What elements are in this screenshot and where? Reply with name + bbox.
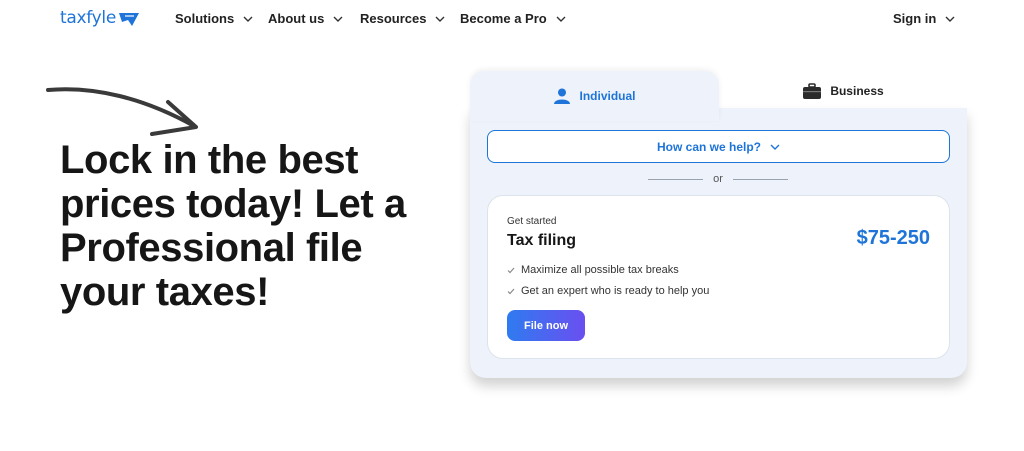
how-can-we-help-dropdown[interactable]: How can we help? — [487, 130, 950, 163]
sign-in-menu[interactable]: Sign in — [893, 11, 955, 26]
nav-about-us[interactable]: About us — [268, 11, 343, 26]
how-can-we-help-label: How can we help? — [656, 139, 761, 154]
or-text: or — [713, 173, 723, 185]
divider-line — [732, 178, 788, 180]
nav-about-us-label: About us — [268, 11, 325, 26]
tax-filing-offer-card: Get started Tax filing $75-250 Maximize … — [487, 195, 950, 359]
offer-title: Tax filing — [507, 232, 577, 249]
tab-individual[interactable]: Individual — [470, 71, 719, 121]
nav-solutions-label: Solutions — [175, 11, 235, 26]
sign-in-label: Sign in — [893, 11, 937, 26]
feature-item: Get an expert who is ready to help you — [507, 285, 709, 297]
chevron-down-icon — [243, 16, 253, 22]
check-icon — [507, 267, 515, 273]
feature-text: Maximize all possible tax breaks — [521, 264, 679, 276]
tab-individual-label: Individual — [579, 89, 636, 103]
hand-drawn-arrow-icon — [46, 87, 198, 136]
file-now-button[interactable]: File now — [507, 310, 585, 341]
chevron-down-icon — [770, 144, 780, 150]
offer-eyebrow: Get started — [507, 216, 557, 227]
chevron-down-icon — [556, 16, 566, 22]
check-icon — [507, 288, 515, 294]
offer-price: $75-250 — [856, 227, 930, 249]
tag-arrow-icon — [118, 13, 139, 26]
nav-become-a-pro[interactable]: Become a Pro — [460, 11, 566, 26]
nav-become-a-pro-label: Become a Pro — [460, 11, 547, 26]
chevron-down-icon — [945, 16, 955, 22]
feature-text: Get an expert who is ready to help you — [521, 285, 710, 297]
or-divider: or — [648, 172, 788, 186]
nav-resources[interactable]: Resources — [360, 11, 445, 26]
nav-resources-label: Resources — [360, 11, 427, 26]
tab-business-label: Business — [830, 84, 884, 98]
chevron-down-icon — [435, 16, 445, 22]
divider-line — [648, 178, 704, 180]
hero-headline: Lock in the best prices today! Let a Pro… — [60, 138, 440, 314]
feature-item: Maximize all possible tax breaks — [507, 264, 679, 276]
top-navigation: taxfyle Solutions About us Resources Bec… — [0, 0, 1024, 38]
logo-text: taxfyle — [60, 8, 116, 28]
person-icon — [554, 88, 571, 104]
chevron-down-icon — [333, 16, 343, 22]
nav-solutions[interactable]: Solutions — [175, 11, 253, 26]
taxfyle-logo[interactable]: taxfyle — [60, 8, 140, 28]
tab-business[interactable]: Business — [719, 71, 967, 111]
briefcase-icon — [803, 82, 822, 99]
